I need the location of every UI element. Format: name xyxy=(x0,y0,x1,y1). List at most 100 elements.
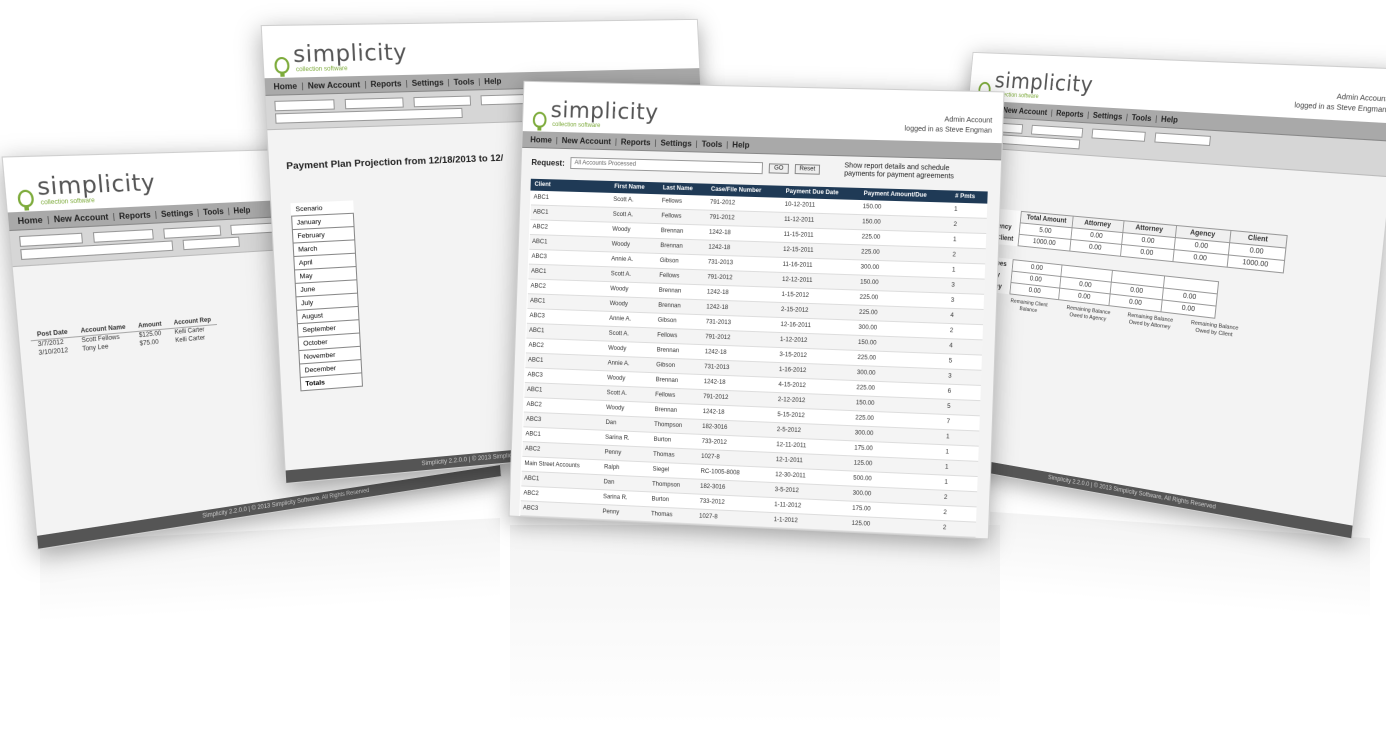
footer: Simplicity 2.2.0.0 | © 2013 Simplicity S… xyxy=(934,452,1353,539)
table-cell: Ralph xyxy=(598,519,648,537)
request-label: Request: xyxy=(531,157,565,168)
table-cell: 4 xyxy=(946,308,984,325)
filter-field[interactable] xyxy=(1031,124,1084,138)
menu-item-settings[interactable]: Settings xyxy=(1092,110,1122,121)
table-cell: 2 xyxy=(949,247,986,264)
menu-item-tools[interactable]: Tools xyxy=(453,77,474,87)
note-text: Remaining Balance Owed by Attorney xyxy=(1127,312,1174,331)
menu-item-reports[interactable]: Reports xyxy=(370,79,401,89)
menu-item-new-account[interactable]: New Account xyxy=(1002,105,1047,116)
go-button[interactable]: GO xyxy=(768,163,789,175)
menu-item-home[interactable]: Home xyxy=(273,81,297,91)
menu-item-help[interactable]: Help xyxy=(233,205,251,215)
table-cell: Brennan xyxy=(657,238,706,255)
table-cell: 5 xyxy=(945,353,982,371)
filter-field[interactable] xyxy=(413,95,472,108)
user-info: Admin Account logged in as Steve Engman xyxy=(1294,91,1386,116)
menu-item-home[interactable]: Home xyxy=(530,135,552,144)
filter-field[interactable] xyxy=(274,99,335,112)
lightbulb-icon xyxy=(532,111,547,128)
table-cell: 1 xyxy=(950,201,987,219)
table-cell: ABC1 xyxy=(518,530,599,540)
filter-field[interactable] xyxy=(19,232,84,247)
table-cell: Annie A. xyxy=(607,251,658,269)
lightbulb-icon xyxy=(274,56,290,74)
table-cell: 1 xyxy=(941,459,978,477)
table-cell: Fellows xyxy=(656,268,705,285)
table-cell: Scott A. xyxy=(607,266,657,283)
menu-item-settings[interactable]: Settings xyxy=(411,78,443,88)
stage: simplicity collection software Home | New… xyxy=(0,0,1386,736)
table-cell: 2 xyxy=(940,489,977,507)
table-cell: Siegel xyxy=(647,521,696,539)
filter-field[interactable] xyxy=(182,236,240,251)
filter-field[interactable] xyxy=(92,228,154,243)
projection-table: Scenario January February March April Ma… xyxy=(290,200,364,392)
menu-item-help[interactable]: Help xyxy=(1161,114,1179,124)
table-cell: $75.00 xyxy=(139,339,159,348)
table-cell: Brennan xyxy=(657,223,707,240)
table-cell: 1 xyxy=(942,429,979,446)
note-text: Remaining Client Balance xyxy=(1010,298,1048,314)
table-cell: 2 xyxy=(946,323,983,340)
table-cell: Brennan xyxy=(655,282,705,300)
menu-item-settings[interactable]: Settings xyxy=(161,208,194,219)
note-text: Remaining Balance Owed by Client xyxy=(1190,320,1239,338)
logo-text: simplicity xyxy=(292,40,408,69)
table-cell: Brennan xyxy=(655,297,704,315)
table-cell: Woody xyxy=(606,296,656,313)
menu-item-reports[interactable]: Reports xyxy=(1056,108,1084,118)
menu-item-reports[interactable]: Reports xyxy=(119,210,151,221)
table-cell: 1 xyxy=(942,444,979,462)
table-cell: 1 xyxy=(941,474,978,492)
table-cell: Scott A. xyxy=(609,207,659,224)
payments-table: Client First Name Last Name Case/File Nu… xyxy=(517,178,988,540)
table-cell: 3 xyxy=(947,292,984,310)
request-note: Show report details and schedule payment… xyxy=(844,162,954,181)
menu-item-help[interactable]: Help xyxy=(484,76,502,85)
request-select[interactable]: All Accounts Processed xyxy=(570,157,764,175)
footer: Simplicity 2.2.0.0 | © 2013 Simplicity S… xyxy=(37,465,501,549)
menu-item-reports[interactable]: Reports xyxy=(621,137,651,147)
table-cell: Fellows xyxy=(658,208,707,225)
filter-field[interactable] xyxy=(163,225,222,239)
table-cell: 1 xyxy=(949,232,986,249)
table-cell: Woody xyxy=(609,221,659,239)
lightbulb-icon xyxy=(17,189,35,208)
menu-item-new-account[interactable]: New Account xyxy=(53,212,108,224)
table-cell: 2 xyxy=(939,520,976,538)
user-info: Admin Account logged in as Steve Engman xyxy=(904,114,992,136)
table-cell: 4 xyxy=(945,338,982,355)
table-cell: 7 xyxy=(943,414,980,431)
table-cell: 2 xyxy=(940,505,977,522)
menu-item-settings[interactable]: Settings xyxy=(660,138,691,148)
table-cell: Woody xyxy=(608,236,658,254)
table-cell: Thompson xyxy=(646,536,696,540)
table-cell: Main Street Accounts xyxy=(519,515,600,534)
table-cell: Gibson xyxy=(654,312,704,330)
menu-item-tools[interactable]: Tools xyxy=(1131,113,1152,123)
menu-item-tools[interactable]: Tools xyxy=(702,139,723,149)
menu-item-new-account[interactable]: New Account xyxy=(307,80,360,91)
menu-item-new-account[interactable]: New Account xyxy=(562,136,612,146)
table-cell: 182-3016 xyxy=(694,538,770,540)
logo-text: simplicity xyxy=(550,98,659,126)
reflection-center xyxy=(510,525,1000,725)
window-center: simplicity collection software Admin Acc… xyxy=(508,80,1005,540)
filter-field[interactable] xyxy=(1091,128,1146,142)
note-text: Remaining Balance Owed to Agency xyxy=(1066,305,1111,323)
filter-field[interactable] xyxy=(344,97,404,110)
summary-body: Ju Total Amount Attorney Attorney Agency… xyxy=(949,147,1386,366)
table-cell: 6 xyxy=(944,383,981,401)
brand-header: simplicity collection software xyxy=(261,19,700,79)
menu-item-tools[interactable]: Tools xyxy=(203,206,224,216)
table-cell: Fellows xyxy=(658,193,708,210)
logo-tagline: collection software xyxy=(295,66,348,74)
menu-item-help[interactable]: Help xyxy=(732,140,750,149)
menu-item-home[interactable]: Home xyxy=(17,215,43,226)
reset-button[interactable]: Reset xyxy=(794,164,821,176)
table-cell: 1 xyxy=(948,262,985,279)
table-cell: Gibson xyxy=(656,253,706,270)
table-cell: Annie A. xyxy=(605,311,656,328)
table-cell: 2 xyxy=(938,535,976,540)
